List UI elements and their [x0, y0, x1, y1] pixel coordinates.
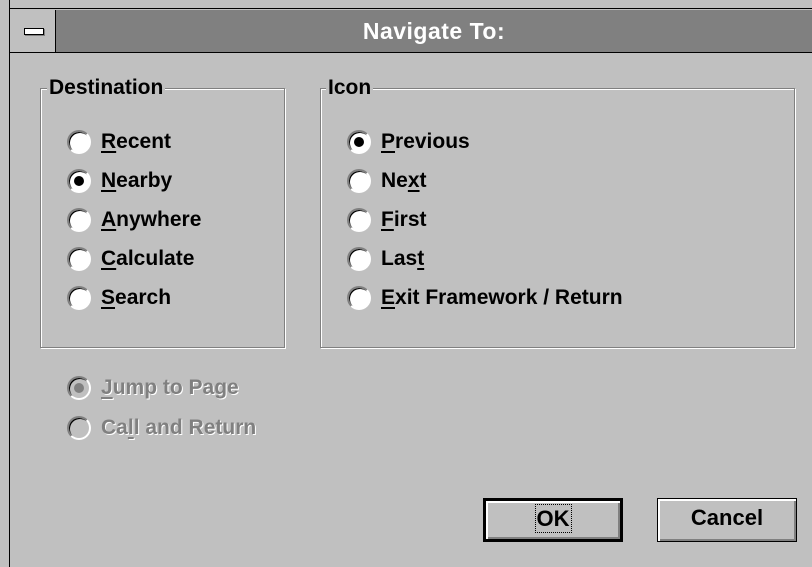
radio-label: Recent — [101, 130, 172, 153]
radio-button-indicator — [67, 376, 91, 400]
system-menu-icon — [24, 28, 44, 35]
radio-label: Last — [381, 247, 425, 270]
radio-button-indicator — [67, 416, 91, 440]
radio-call-and-return: Call and Return — [67, 413, 256, 443]
system-menu-button[interactable] — [10, 10, 56, 52]
ok-button-label: OK — [534, 504, 572, 533]
radio-button-indicator[interactable] — [67, 286, 91, 310]
radio-button-indicator[interactable] — [347, 169, 371, 193]
icon-group-label: Icon — [326, 75, 374, 101]
radio-button-indicator[interactable] — [67, 130, 91, 154]
radio-button-indicator[interactable] — [67, 208, 91, 232]
radio-jump-to-page: Jump to Page — [67, 373, 239, 403]
radio-search[interactable]: Search — [67, 283, 171, 313]
radio-exit-framework-return[interactable]: Exit Framework / Return — [347, 283, 623, 313]
radio-button-indicator[interactable] — [347, 286, 371, 310]
radio-label: Next — [381, 169, 427, 192]
radio-label: Calculate — [101, 247, 195, 270]
radio-button-indicator[interactable] — [347, 208, 371, 232]
radio-button-indicator[interactable] — [67, 247, 91, 271]
radio-label: Exit Framework / Return — [381, 286, 623, 309]
radio-label: First — [381, 208, 427, 231]
radio-label: Jump to Page — [101, 376, 239, 399]
ok-button[interactable]: OK — [483, 498, 623, 542]
dialog-title: Navigate To: — [362, 18, 506, 44]
radio-label: Previous — [381, 130, 470, 153]
window-frame-top — [0, 0, 812, 9]
radio-button-indicator[interactable] — [67, 169, 91, 193]
title-bar[interactable]: Navigate To: — [10, 10, 812, 53]
destination-group-label: Destination — [47, 75, 166, 101]
radio-recent[interactable]: Recent — [67, 127, 171, 157]
radio-anywhere[interactable]: Anywhere — [67, 205, 201, 235]
radio-nearby[interactable]: Nearby — [67, 166, 172, 196]
radio-label: Search — [101, 286, 172, 309]
radio-label: Nearby — [101, 169, 173, 192]
radio-button-indicator[interactable] — [347, 130, 371, 154]
radio-button-indicator[interactable] — [347, 247, 371, 271]
cancel-button[interactable]: Cancel — [657, 498, 797, 542]
radio-first[interactable]: First — [347, 205, 427, 235]
radio-label: Call and Return — [101, 416, 257, 439]
radio-label: Anywhere — [101, 208, 202, 231]
radio-previous[interactable]: Previous — [347, 127, 470, 157]
radio-next[interactable]: Next — [347, 166, 427, 196]
radio-last[interactable]: Last — [347, 244, 424, 274]
cancel-button-label: Cancel — [690, 505, 764, 530]
window-frame-left — [0, 0, 10, 567]
radio-calculate[interactable]: Calculate — [67, 244, 194, 274]
